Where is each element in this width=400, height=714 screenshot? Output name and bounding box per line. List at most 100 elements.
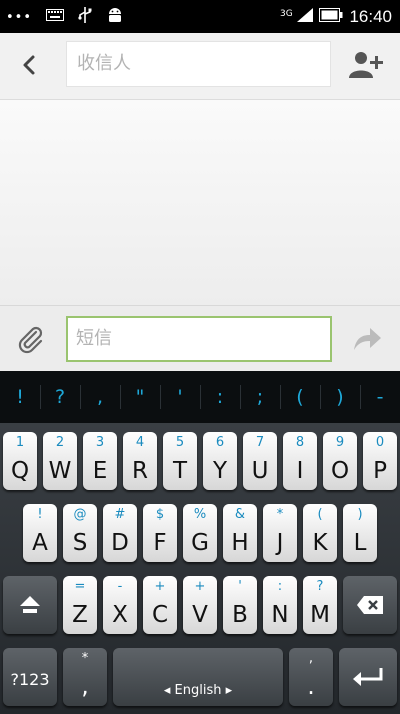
attach-button[interactable] xyxy=(16,324,46,354)
back-button[interactable] xyxy=(16,51,44,79)
key-f[interactable]: $ F xyxy=(143,504,177,562)
send-arrow-icon xyxy=(354,328,381,350)
key-label: D xyxy=(111,530,129,556)
key-h[interactable]: & H xyxy=(223,504,257,562)
key-v[interactable]: + V xyxy=(183,576,217,634)
conversation-area xyxy=(0,100,400,305)
status-bar: ••• 3G 16:40 xyxy=(0,0,400,33)
key-label: U xyxy=(251,458,269,484)
network-type: 3G xyxy=(279,9,293,19)
key-secondary: & xyxy=(234,507,246,522)
key-label: L xyxy=(353,530,367,556)
key-secondary: % xyxy=(193,507,207,522)
key-label: . xyxy=(307,674,315,700)
key-secondary: ! xyxy=(37,507,43,522)
chevron-left-icon xyxy=(23,55,35,75)
backspace-key[interactable] xyxy=(343,576,397,634)
paperclip-icon xyxy=(18,326,43,354)
key-secondary: 8 xyxy=(295,435,305,450)
key-secondary: 0 xyxy=(375,435,385,450)
key-p[interactable]: 0P xyxy=(363,432,397,490)
key-n[interactable]: :N xyxy=(263,576,297,634)
signal-icon: 3G xyxy=(279,8,314,26)
key-label: C xyxy=(151,602,169,628)
key-o[interactable]: 9O xyxy=(323,432,357,490)
key-label: V xyxy=(192,602,208,628)
key-e[interactable]: 3E xyxy=(83,432,117,490)
key-label: P xyxy=(373,458,387,484)
message-input[interactable]: 短信 xyxy=(66,316,332,362)
key-secondary: : xyxy=(277,579,283,594)
header: 收信人 xyxy=(0,33,400,100)
key-secondary: , xyxy=(308,651,314,666)
space-key[interactable]: ◂ English ▸ xyxy=(113,648,283,706)
key-label: Z xyxy=(72,602,88,628)
key-q[interactable]: 1Q xyxy=(3,432,37,490)
key-label: E xyxy=(92,458,108,484)
key-label: ?123 xyxy=(10,670,50,689)
key-y[interactable]: 6Y xyxy=(203,432,237,490)
key-i[interactable]: 8I xyxy=(283,432,317,490)
key-label: F xyxy=(153,530,167,556)
key-j[interactable]: * J xyxy=(263,504,297,562)
symbol-key[interactable]: ( xyxy=(280,371,320,423)
symbol-key[interactable]: - xyxy=(360,371,400,423)
symbol-key[interactable]: ? xyxy=(40,371,80,423)
send-button[interactable] xyxy=(352,326,382,352)
key-c[interactable]: + C xyxy=(143,576,177,634)
add-contact-button[interactable] xyxy=(348,50,386,80)
key-secondary: $ xyxy=(155,507,165,522)
recipient-placeholder: 收信人 xyxy=(77,53,131,74)
symbol-key[interactable]: , xyxy=(80,371,120,423)
key-secondary: 2 xyxy=(55,435,65,450)
key-b[interactable]: ' B xyxy=(223,576,257,634)
key-label: K xyxy=(312,530,328,556)
symbol-key[interactable]: " xyxy=(120,371,160,423)
key-label: R xyxy=(132,458,148,484)
symbol-key[interactable]: ; xyxy=(240,371,280,423)
shift-key[interactable] xyxy=(3,576,57,634)
symbol-key[interactable]: ) xyxy=(320,371,360,423)
key-k[interactable]: (K xyxy=(303,504,337,562)
key-secondary: 3 xyxy=(95,435,105,450)
key-label: A xyxy=(32,530,48,556)
more-icon: ••• xyxy=(6,9,33,25)
key-l[interactable]: ) L xyxy=(343,504,377,562)
recipient-input[interactable]: 收信人 xyxy=(66,41,331,87)
add-person-icon xyxy=(349,52,383,78)
key-secondary: 7 xyxy=(255,435,265,450)
language-label: ◂ English ▸ xyxy=(163,683,233,698)
usb-icon xyxy=(78,7,92,27)
key-secondary: 5 xyxy=(175,435,185,450)
key-u[interactable]: 7U xyxy=(243,432,277,490)
key-z[interactable]: = Z xyxy=(63,576,97,634)
key-s[interactable]: @ S xyxy=(63,504,97,562)
key-d[interactable]: # D xyxy=(103,504,137,562)
key-secondary: ( xyxy=(317,507,323,522)
key-secondary: - xyxy=(117,579,123,594)
period-key[interactable]: , . xyxy=(289,648,333,706)
symbol-key[interactable]: ' xyxy=(160,371,200,423)
key-r[interactable]: 4R xyxy=(123,432,157,490)
key-label: , xyxy=(81,674,89,700)
key-t[interactable]: 5T xyxy=(163,432,197,490)
shift-icon xyxy=(3,576,57,634)
key-secondary: + xyxy=(154,579,166,594)
key-m[interactable]: ? M xyxy=(303,576,337,634)
symbol-key[interactable]: : xyxy=(200,371,240,423)
enter-key[interactable] xyxy=(339,648,397,706)
key-label: J xyxy=(276,530,284,556)
key-label: S xyxy=(72,530,88,556)
symbols-mode-key[interactable]: ?123 xyxy=(3,648,57,706)
key-w[interactable]: 2W xyxy=(43,432,77,490)
key-g[interactable]: % G xyxy=(183,504,217,562)
comma-key[interactable]: * , xyxy=(63,648,107,706)
key-label: H xyxy=(231,530,249,556)
key-secondary: = xyxy=(74,579,86,594)
key-secondary: * xyxy=(276,507,284,522)
key-secondary: ) xyxy=(357,507,363,522)
symbol-key[interactable]: ! xyxy=(0,371,40,423)
key-a[interactable]: ! A xyxy=(23,504,57,562)
key-label: B xyxy=(232,602,248,628)
key-x[interactable]: -X xyxy=(103,576,137,634)
